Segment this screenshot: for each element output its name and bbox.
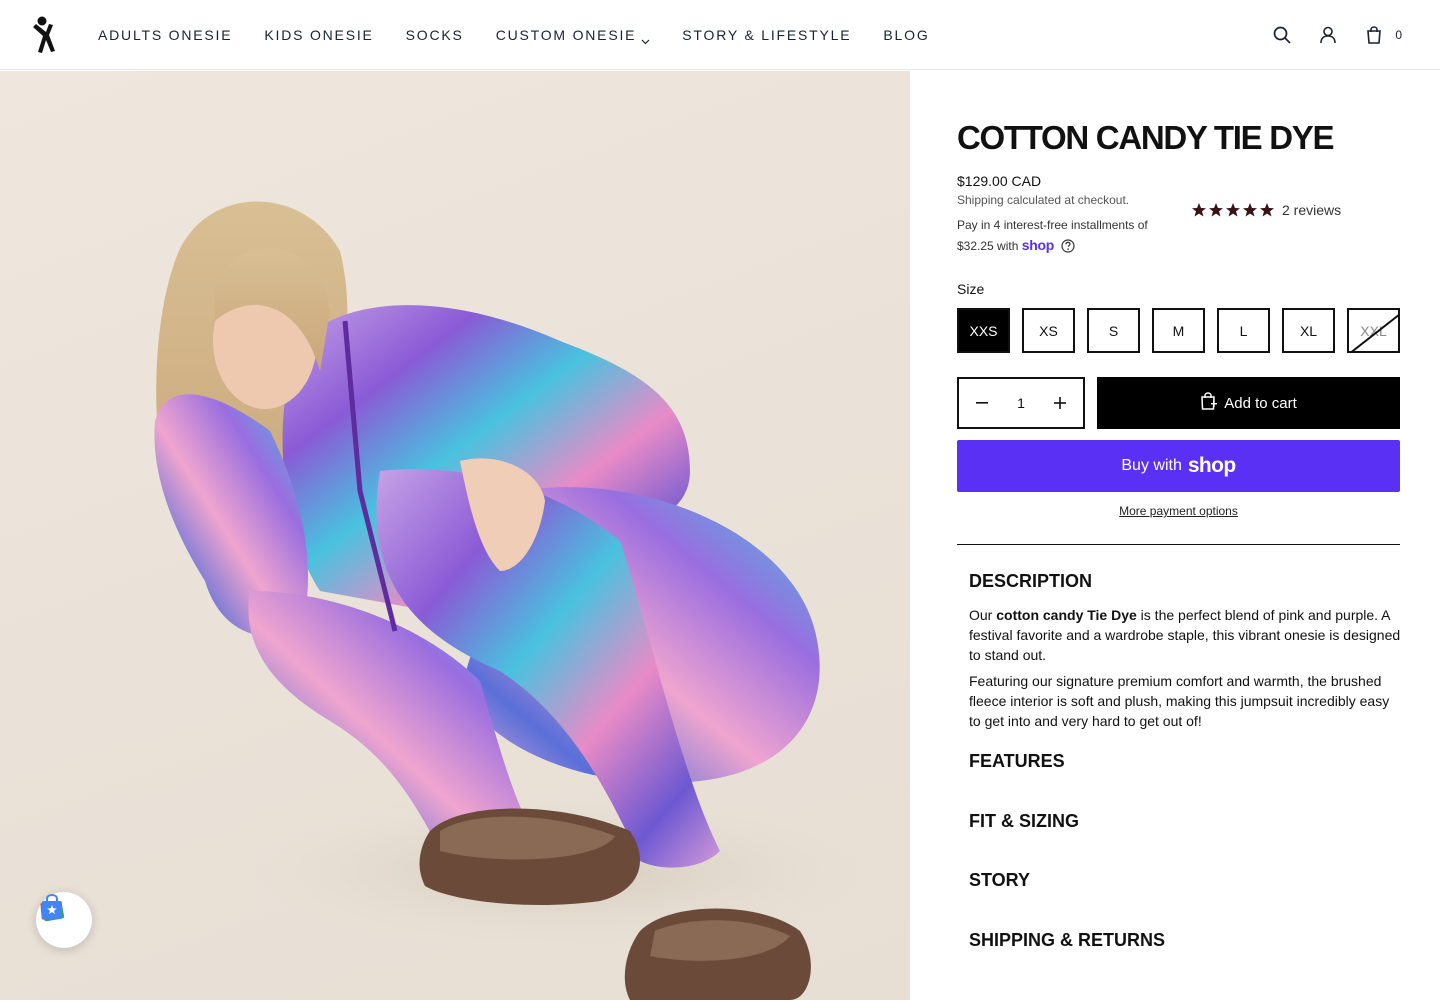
star-icon	[1192, 203, 1206, 217]
site-header: ADULTS ONESIE KIDS ONESIE SOCKS CUSTOM O…	[0, 0, 1440, 70]
main-nav: ADULTS ONESIE KIDS ONESIE SOCKS CUSTOM O…	[98, 0, 962, 70]
cart-icon[interactable]	[1363, 24, 1385, 46]
size-label-text: XS	[1039, 322, 1058, 339]
size-option-l[interactable]: L	[1217, 308, 1270, 353]
star-rating	[1191, 202, 1276, 218]
sold-out-strike	[1351, 311, 1398, 351]
size-label-text: XXS	[969, 322, 998, 339]
product-title: COTTON CANDY TIE DYE	[957, 119, 1334, 156]
star-icon	[1243, 203, 1257, 217]
buy-now-label: Buy with	[1121, 457, 1182, 474]
size-selector: XXS XS S M L XL XXL	[957, 308, 1400, 353]
header-actions: 0	[1247, 0, 1402, 70]
brand-logo[interactable]	[31, 16, 61, 54]
description-body: Our cotton candy Tie Dye is the perfect …	[969, 605, 1401, 737]
product-image[interactable]	[0, 71, 910, 1000]
nav-label: KIDS ONESIE	[264, 27, 374, 43]
minus-icon[interactable]	[973, 394, 991, 412]
nav-socks[interactable]: SOCKS	[406, 27, 464, 43]
buy-with-shop-button[interactable]: Buy with shop	[957, 440, 1400, 492]
product-rating[interactable]: 2 reviews	[1191, 202, 1341, 218]
add-to-cart-button[interactable]: Add to cart	[1097, 377, 1400, 429]
nav-kids-onesie[interactable]: KIDS ONESIE	[264, 27, 373, 43]
product-photo	[154, 201, 890, 1000]
nav-adults-onesie[interactable]: ADULTS ONESIE	[98, 27, 232, 43]
quantity-stepper	[957, 377, 1085, 429]
size-option-xxl[interactable]: XXL	[1347, 308, 1400, 353]
shipping-link[interactable]: Shipping	[957, 193, 1004, 207]
nav-label: CUSTOM ONESIE	[495, 27, 637, 43]
nav-label: ADULTS ONESIE	[98, 27, 233, 43]
description-bold: cotton candy Tie Dye	[996, 607, 1137, 623]
installments-note: Pay in 4 interest-free installments of $…	[957, 215, 1172, 259]
search-icon[interactable]	[1271, 24, 1293, 46]
nav-story-lifestyle[interactable]: STORY & LIFESTYLE	[682, 27, 851, 43]
chevron-down-icon	[641, 32, 650, 45]
product-price: $129.00 CAD	[957, 173, 1042, 189]
shopping-bag-icon	[40, 893, 65, 922]
shipping-note: Shipping calculated at checkout.	[957, 193, 1129, 207]
star-icon	[1226, 203, 1240, 217]
accordion-description[interactable]: DESCRIPTION	[969, 571, 1092, 592]
description-text: Our	[969, 607, 997, 623]
size-label-text: S	[1108, 322, 1119, 339]
accordion-fit-sizing[interactable]: FIT & SIZING	[969, 811, 1079, 832]
size-label-text: L	[1239, 322, 1248, 339]
shop-logo: shop	[1187, 454, 1236, 477]
size-option-s[interactable]: S	[1087, 308, 1140, 353]
size-option-xxs[interactable]: XXS	[957, 308, 1010, 353]
nav-label: SOCKS	[405, 27, 464, 43]
bag-plus-icon	[1200, 392, 1218, 414]
accordion-shipping-returns[interactable]: SHIPPING & RETURNS	[969, 930, 1165, 951]
accordion-features[interactable]: FEATURES	[969, 751, 1065, 772]
size-label-text: XL	[1299, 322, 1318, 339]
nav-custom-onesie[interactable]: CUSTOM ONESIE	[495, 27, 651, 45]
accordion-story[interactable]: STORY	[969, 870, 1030, 891]
star-icon	[1209, 203, 1223, 217]
shop-pay-logo: shop	[1021, 237, 1055, 253]
divider	[957, 544, 1400, 545]
cart-count: 0	[1395, 28, 1402, 42]
shop-app-badge[interactable]	[36, 892, 92, 948]
size-label-text: M	[1172, 322, 1185, 339]
size-option-m[interactable]: M	[1152, 308, 1205, 353]
quantity-input[interactable]	[1006, 395, 1036, 411]
account-icon[interactable]	[1317, 24, 1339, 46]
more-payment-options-link[interactable]: More payment options	[957, 504, 1400, 518]
size-option-xs[interactable]: XS	[1022, 308, 1075, 353]
review-count: 2 reviews	[1282, 202, 1342, 218]
star-icon	[1260, 203, 1274, 217]
nav-label: STORY & LIFESTYLE	[682, 27, 852, 43]
size-label: Size	[957, 281, 985, 297]
nav-label: BLOG	[883, 27, 930, 43]
description-paragraph: Our cotton candy Tie Dye is the perfect …	[969, 605, 1401, 665]
help-icon[interactable]	[1061, 239, 1075, 259]
plus-icon[interactable]	[1051, 394, 1069, 412]
nav-blog[interactable]: BLOG	[883, 27, 929, 43]
size-option-xl[interactable]: XL	[1282, 308, 1335, 353]
description-paragraph: Featuring our signature premium comfort …	[969, 673, 1390, 729]
shipping-text: calculated at checkout.	[1003, 193, 1130, 207]
add-to-cart-label: Add to cart	[1224, 394, 1297, 412]
